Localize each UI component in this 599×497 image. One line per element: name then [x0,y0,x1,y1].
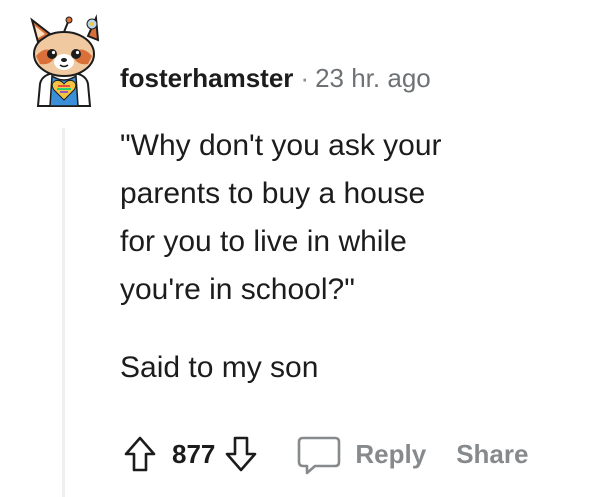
meta-separator: · [300,63,310,93]
thread-line[interactable] [62,128,65,497]
comment-actions: 877 Reply Share [120,428,528,480]
vote-score: 877 [172,438,216,469]
downvote-arrow-icon[interactable] [221,432,261,476]
upvote-arrow-icon[interactable] [120,432,160,476]
comment-bubble-icon [298,436,341,475]
comment-header: fosterhamster · 23 hr. ago [120,58,431,98]
comment-body-quote: "Why don't you ask your parents to buy a… [120,129,442,306]
comment-timestamp[interactable]: 23 hr. ago [315,63,431,93]
author-username[interactable]: fosterhamster [120,63,293,93]
comment-card: fosterhamster · 23 hr. ago "Why don't you … [0,0,599,497]
share-button[interactable]: Share [456,439,528,470]
comment-body: "Why don't you ask your parents to buy a… [120,122,560,392]
reply-button[interactable]: Reply [295,432,426,476]
reply-label: Reply [355,438,427,469]
red-panda-snoo-avatar-icon[interactable] [22,14,106,110]
comment-body-reply: Said to my son [120,351,319,384]
